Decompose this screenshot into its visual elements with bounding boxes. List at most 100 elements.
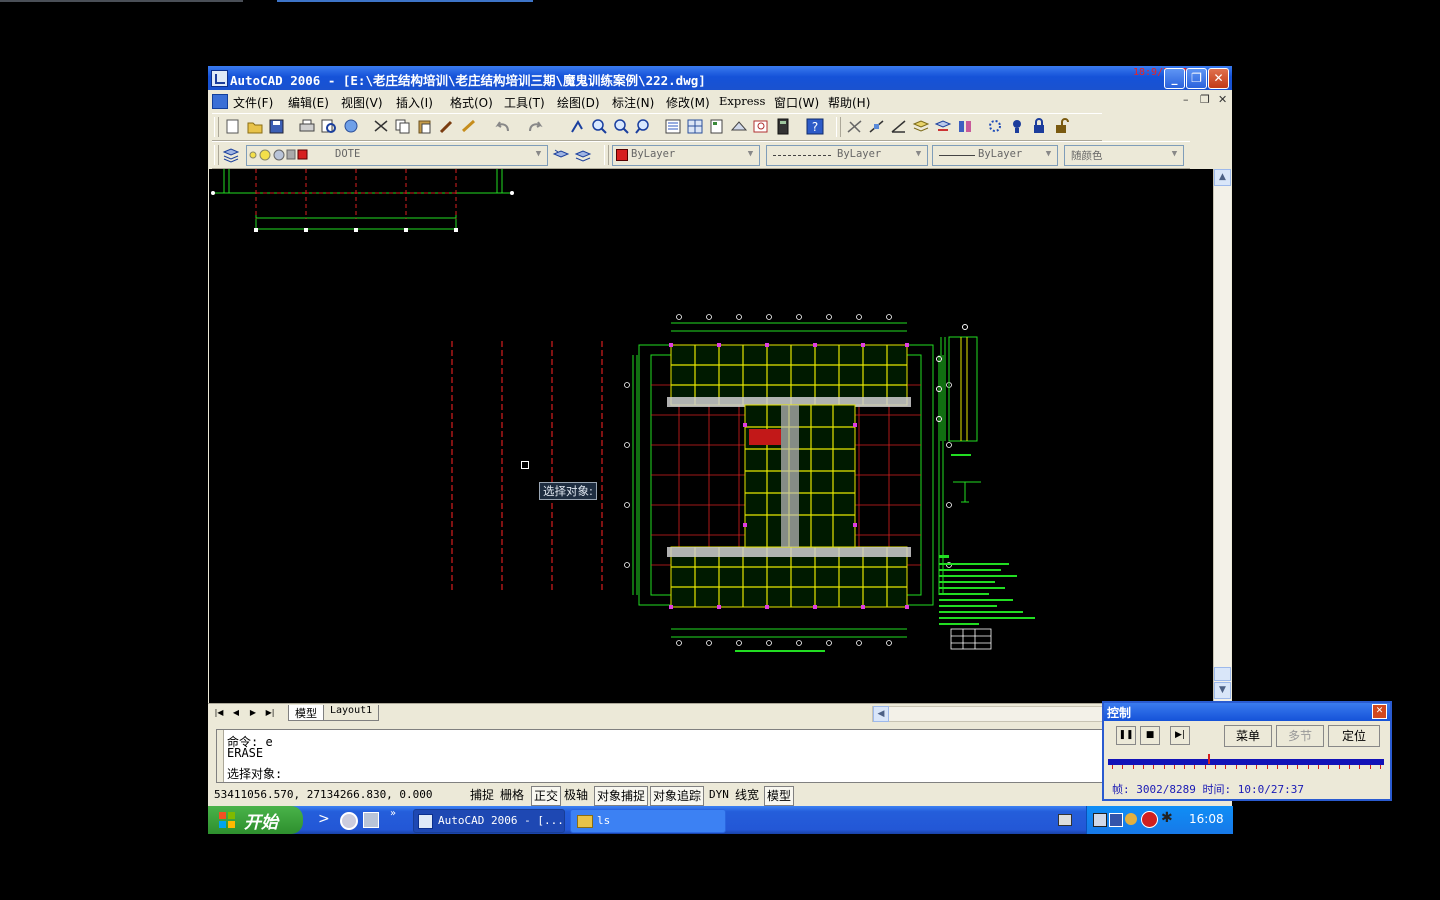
linetype-dropdown[interactable]: ByLayer ▼ (766, 145, 928, 166)
menu-help[interactable]: 帮助(H) (828, 94, 870, 111)
plot-style-dropdown[interactable]: 随颜色 ▼ (1064, 145, 1184, 166)
start-button[interactable]: 开始 (208, 806, 303, 834)
zoom-window-icon[interactable] (612, 118, 630, 135)
network-icon[interactable] (1093, 813, 1107, 827)
quicklaunch-desktop-icon[interactable] (363, 812, 379, 828)
polar-toggle[interactable]: 极轴 (564, 786, 588, 804)
lineweight-toggle[interactable]: 线宽 (735, 786, 759, 804)
menu-tools[interactable]: 工具(T) (504, 94, 545, 111)
chevron-down-icon[interactable]: ▼ (743, 147, 758, 162)
document-icon[interactable] (212, 94, 228, 109)
menu-view[interactable]: 视图(V) (341, 94, 383, 111)
zoom-previous-icon[interactable] (634, 118, 652, 135)
scroll-thumb[interactable] (1214, 667, 1231, 681)
restore-button[interactable]: ❐ (1186, 68, 1207, 89)
layer-isolate-icon[interactable] (934, 118, 952, 135)
stop-icon[interactable]: ■ (1140, 726, 1160, 745)
chevron-down-icon[interactable]: ▼ (911, 147, 926, 162)
plot-preview-icon[interactable] (320, 118, 338, 135)
dim-aligned-icon[interactable] (868, 118, 886, 135)
multi-section-button[interactable]: 多节 (1276, 725, 1324, 747)
tool-palettes-icon[interactable] (708, 118, 726, 135)
task-folder[interactable]: ls (570, 809, 726, 833)
lineweight-dropdown[interactable]: ByLayer ▼ (932, 145, 1058, 166)
dim-angular-icon[interactable] (890, 118, 908, 135)
dim-linear-icon[interactable] (846, 118, 864, 135)
tab-layout1[interactable]: Layout1 (323, 705, 380, 721)
menu-edit[interactable]: 编辑(E) (288, 94, 329, 111)
design-center-icon[interactable] (686, 118, 704, 135)
toolbar-grip[interactable] (214, 117, 219, 137)
undo-icon[interactable] (494, 118, 512, 135)
doc-close-button[interactable]: ✕ (1218, 93, 1227, 106)
quicklaunch-arrow-icon[interactable]: > (318, 811, 330, 827)
title-bar[interactable]: AutoCAD 2006 - [E:\老庄结构培训\老庄结构培训三期\魔鬼训练案… (208, 66, 1232, 90)
copy-icon[interactable] (394, 118, 412, 135)
save-icon[interactable] (268, 118, 286, 135)
layer-manager-icon[interactable] (222, 146, 240, 163)
drawing-canvas[interactable]: 选择对象: (209, 169, 1213, 703)
osnap-toggle[interactable]: 对象捕捉 (594, 786, 649, 806)
minimize-button[interactable]: _ (1164, 68, 1185, 89)
playback-timeline[interactable] (1108, 754, 1384, 769)
menu-button[interactable]: 菜单 (1224, 725, 1272, 747)
cut-icon[interactable] (372, 118, 390, 135)
otrack-toggle[interactable]: 对象追踪 (650, 786, 705, 806)
player-close-button[interactable]: ✕ (1372, 704, 1387, 719)
toolbar-grip[interactable] (836, 117, 841, 137)
chevron-down-icon[interactable]: ▼ (531, 147, 546, 162)
monitor-icon[interactable] (1109, 813, 1123, 827)
menu-modify[interactable]: 修改(M) (666, 94, 710, 111)
block-editor-icon[interactable] (460, 118, 478, 135)
menu-draw[interactable]: 绘图(D) (557, 94, 600, 111)
flash-icon[interactable] (1141, 811, 1158, 828)
autocad-app-icon[interactable] (211, 70, 228, 87)
close-button[interactable]: ✕ (1208, 68, 1229, 89)
model-toggle[interactable]: 模型 (764, 786, 795, 806)
scroll-up-icon[interactable]: ▲ (1214, 169, 1231, 186)
layer-lock-icon[interactable] (1030, 118, 1048, 135)
menu-dimension[interactable]: 标注(N) (612, 94, 654, 111)
last-tab-icon[interactable]: ▶| (263, 706, 277, 719)
clock[interactable]: 16:08 (1189, 812, 1224, 826)
chevron-down-icon[interactable]: ▼ (1167, 147, 1182, 162)
pause-icon[interactable]: ❚❚ (1116, 726, 1136, 745)
pan-realtime-icon[interactable] (568, 118, 586, 135)
layer-previous-icon[interactable] (574, 146, 592, 163)
next-frame-icon[interactable]: ▶| (1170, 726, 1190, 745)
dyn-toggle[interactable]: DYN (709, 786, 729, 804)
layer-walk-icon[interactable] (912, 118, 930, 135)
toolbar-grip[interactable] (604, 145, 609, 165)
first-tab-icon[interactable]: |◀ (212, 706, 226, 719)
properties-icon[interactable] (664, 118, 682, 135)
menu-format[interactable]: 格式(O) (450, 94, 493, 111)
new-icon[interactable] (224, 118, 242, 135)
timeline-playhead[interactable] (1208, 754, 1210, 764)
grid-toggle[interactable]: 栅格 (500, 786, 524, 804)
plot-icon[interactable] (298, 118, 316, 135)
player-title-bar[interactable]: 控制 ✕ (1104, 703, 1390, 721)
publish-icon[interactable] (342, 118, 360, 135)
tab-model[interactable]: 模型 (288, 705, 324, 721)
layer-match-icon[interactable] (956, 118, 974, 135)
menu-insert[interactable]: 插入(I) (396, 94, 433, 111)
make-current-layer-icon[interactable] (552, 146, 570, 163)
vertical-scrollbar[interactable]: ▲ ▼ (1213, 169, 1231, 703)
horizontal-scrollbar[interactable]: ◀ (872, 706, 1110, 722)
coordinate-readout[interactable]: 53411056.570, 27134266.830, 0.000 (214, 788, 433, 801)
layer-dropdown[interactable]: DOTE ▼ (246, 145, 548, 166)
locate-button[interactable]: 定位 (1328, 725, 1380, 747)
task-autocad[interactable]: AutoCAD 2006 - [... (413, 809, 565, 833)
menu-file[interactable]: 文件(F) (233, 94, 273, 111)
chevron-down-icon[interactable]: ▼ (1041, 147, 1056, 162)
zoom-realtime-icon[interactable] (590, 118, 608, 135)
quicklaunch-media-icon[interactable] (340, 812, 358, 830)
help-icon[interactable]: ? (806, 118, 824, 135)
quickcalc-icon[interactable] (774, 118, 792, 135)
sheet-set-icon[interactable] (730, 118, 748, 135)
doc-restore-button[interactable]: ❐ (1200, 93, 1210, 106)
menu-window[interactable]: 窗口(W) (774, 94, 819, 111)
markup-icon[interactable] (752, 118, 770, 135)
bug-icon[interactable]: ✱ (1161, 810, 1173, 826)
doc-minimize-button[interactable]: – (1183, 93, 1189, 106)
